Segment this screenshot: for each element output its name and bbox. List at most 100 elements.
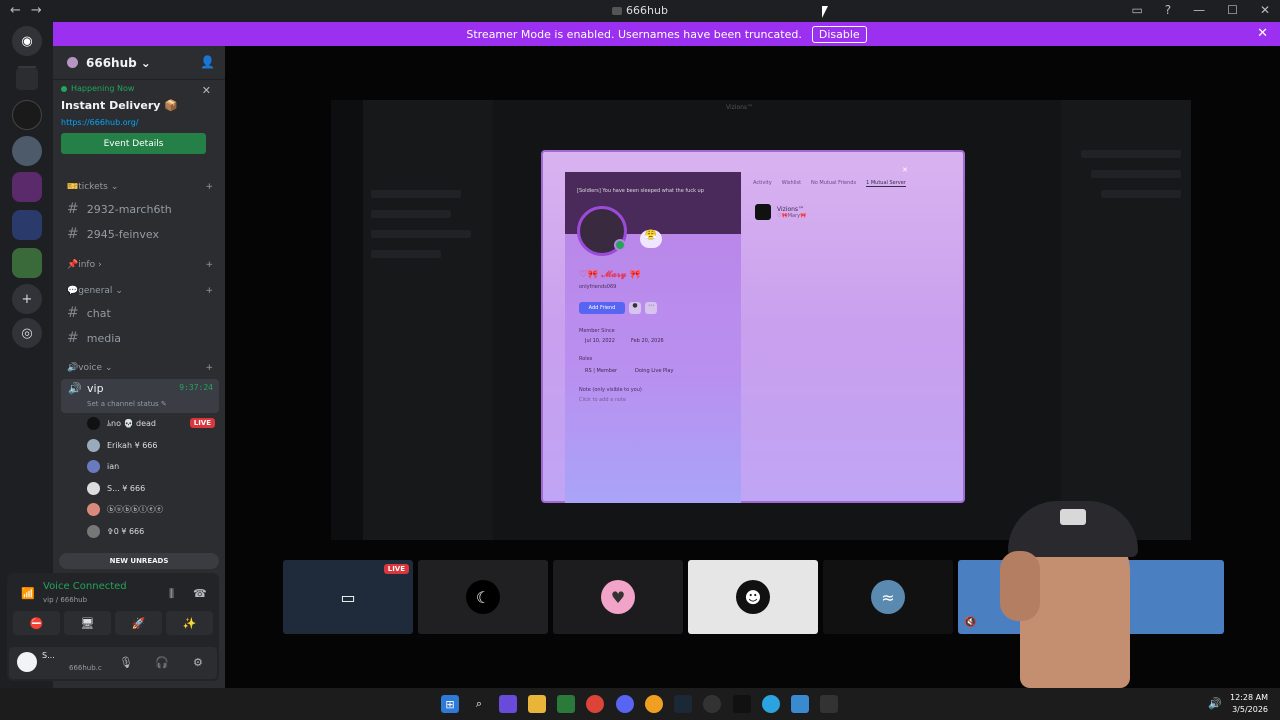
camera-off-button[interactable]: ⛔ [13, 611, 60, 635]
server-folder-2[interactable] [12, 210, 42, 240]
voice-user[interactable]: ⓑⓤⓑⓑⓛⓔⓔ [87, 501, 215, 517]
category-voice[interactable]: 🔊voice ⌄ + [67, 363, 213, 373]
message-icon[interactable]: ● [629, 302, 641, 314]
channel-media[interactable]: # media [67, 330, 121, 346]
discover-icon[interactable]: ◎ [12, 318, 42, 348]
profile-display-name: ♡🎀 𝓜𝓪𝓻𝔂 🎀 [579, 270, 641, 280]
signal-icon[interactable]: 📶 [21, 587, 35, 600]
app-icon[interactable] [820, 695, 838, 713]
event-details-button[interactable]: Event Details [61, 133, 206, 154]
channel-2945-feinvex[interactable]: #2945-feinvex [67, 226, 159, 242]
voice-user[interactable]: ian [87, 458, 215, 474]
store-icon[interactable] [557, 695, 575, 713]
copilot-icon[interactable] [499, 695, 517, 713]
voice-user[interactable]: ✞0 ¥ 666 [87, 523, 215, 539]
add-friend-button[interactable]: Add Friend [579, 302, 625, 314]
add-channel-icon[interactable]: + [205, 182, 213, 192]
headphones-icon[interactable]: 🎧 [155, 656, 169, 669]
server-name: 666hub [86, 55, 137, 70]
channel-chat[interactable]: # chat [67, 305, 111, 321]
category-tickets[interactable]: 🎫tickets ⌄ + [67, 182, 213, 192]
close-button[interactable]: ✕ [1260, 3, 1270, 17]
microphone-icon[interactable]: 🎙 [119, 656, 133, 669]
discord-home-icon[interactable]: ◉ [12, 26, 42, 56]
tab-mutual-friends[interactable]: No Mutual Friends [811, 180, 856, 187]
obs-icon[interactable] [703, 695, 721, 713]
server-folder-3[interactable] [12, 248, 42, 278]
telegram-icon[interactable] [762, 695, 780, 713]
add-channel-icon[interactable]: + [205, 363, 213, 373]
participant-tile[interactable]: ☾ [418, 560, 548, 634]
voice-channel-vip[interactable]: 🔊 vip 9:37:24 Set a channel status ✎ [61, 379, 219, 413]
tab-mutual-servers[interactable]: 1 Mutual Server [866, 180, 906, 187]
minimize-button[interactable]: — [1193, 3, 1205, 17]
voice-user[interactable]: S... ¥ 666 [87, 480, 215, 496]
note-input[interactable]: Click to add a note [579, 397, 626, 403]
category-info[interactable]: 📌info › + [67, 260, 213, 270]
new-unreads-pill[interactable]: NEW UNREADS [59, 553, 219, 569]
noise-suppression-icon[interactable]: ⫼ [169, 587, 174, 601]
member-since-discord: Jul 10, 2022 [585, 338, 615, 344]
channel-status[interactable]: Set a channel status ✎ [87, 400, 167, 408]
volume-icon[interactable]: 🔊 [1208, 697, 1222, 710]
channel-2932-march6th[interactable]: #2932-march6th [67, 201, 172, 217]
tab-activity[interactable]: Activity [753, 180, 772, 187]
banner-close-icon[interactable]: ✕ [1257, 26, 1268, 41]
webcam-hand [1000, 551, 1040, 621]
maximize-button[interactable]: ☐ [1227, 3, 1238, 17]
server-icon-2[interactable] [12, 136, 42, 166]
event-link[interactable]: https://666hub.org/ [61, 118, 217, 127]
tab-wishlist[interactable]: Wishlist [782, 180, 801, 187]
server-header[interactable]: 666hub ⌄ 👤 [53, 46, 225, 80]
member-since-server: Feb 20, 2026 [631, 338, 664, 344]
close-icon[interactable]: ✕ [902, 166, 908, 174]
help-icon[interactable]: ? [1165, 3, 1171, 17]
soundboard-button[interactable]: ✨ [166, 611, 213, 635]
share-screen-button[interactable]: 🖥 [64, 611, 111, 635]
disconnect-icon[interactable]: ☎ [193, 587, 207, 600]
start-icon[interactable]: ⊞ [441, 695, 459, 713]
app-icon[interactable] [645, 695, 663, 713]
invite-people-icon[interactable]: 👤 [200, 55, 215, 69]
voice-user[interactable]: ﾑnо 💀 dead LIVE [87, 415, 215, 431]
stream-tile[interactable]: LIVE ▭ [283, 560, 413, 634]
folder-icon[interactable] [16, 68, 38, 90]
search-icon[interactable]: ⌕ [470, 695, 488, 713]
inbox-icon[interactable]: ▭ [1131, 3, 1142, 17]
voice-user[interactable]: Erikah ¥ 666 [87, 437, 215, 453]
more-icon[interactable]: ⋯ [645, 302, 657, 314]
stream-stage[interactable]: Vizions™ ✕ [Soldiers] You have been slee… [225, 46, 1280, 688]
add-server-icon[interactable]: + [12, 284, 42, 314]
happening-now: Happening Now [61, 84, 217, 93]
live-badge: LIVE [383, 564, 409, 574]
mutual-server-item[interactable]: Vizions™ ♡🎀Mary🎀 [755, 204, 806, 220]
tiktok-icon[interactable] [733, 695, 751, 713]
hash-icon: # [67, 226, 79, 242]
user-status: 666hub.c [69, 664, 102, 672]
file-explorer-icon[interactable] [528, 695, 546, 713]
user-avatar[interactable] [17, 652, 37, 672]
category-general[interactable]: 💬general ⌄ + [67, 286, 213, 296]
participant-tile[interactable]: ≈ [823, 560, 953, 634]
participant-tile[interactable]: ♥ [553, 560, 683, 634]
profile-card: [Soldiers] You have been sleeped what th… [565, 172, 741, 503]
add-channel-icon[interactable]: + [205, 260, 213, 270]
server-icon-666hub[interactable] [12, 100, 42, 130]
event-close-icon[interactable]: ✕ [202, 84, 211, 97]
disable-button[interactable]: Disable [811, 25, 867, 43]
server-folder-1[interactable] [12, 172, 42, 202]
avatar [87, 524, 100, 538]
voice-controls: ⛔ 🖥 🚀 ✨ [13, 611, 213, 635]
event-title: Instant Delivery 📦 [61, 99, 178, 112]
activities-button[interactable]: 🚀 [115, 611, 162, 635]
chrome-icon[interactable] [586, 695, 604, 713]
clock-date: 3/5/2026 [1232, 705, 1268, 714]
participant-tile-speaking[interactable]: ☻ [688, 560, 818, 634]
clock[interactable]: 12:28 AM 3/5/2026 [1230, 692, 1268, 716]
voice-connected-sub[interactable]: vip / 666hub [43, 596, 87, 604]
settings-gear-icon[interactable]: ⚙ [193, 656, 203, 669]
add-channel-icon[interactable]: + [205, 286, 213, 296]
discord-taskbar-icon[interactable] [616, 695, 634, 713]
app-window-icon[interactable] [791, 695, 809, 713]
steam-icon[interactable] [674, 695, 692, 713]
